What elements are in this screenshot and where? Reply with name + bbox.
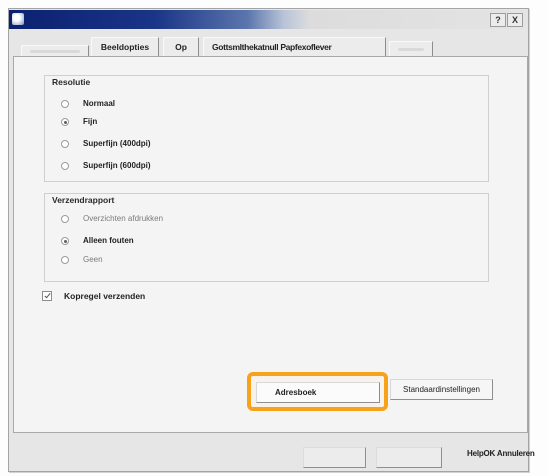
tab-label: Beeldopties xyxy=(100,42,150,52)
footer-button-1[interactable] xyxy=(303,447,366,468)
footer-button-2[interactable] xyxy=(376,447,442,468)
radio-button[interactable] xyxy=(61,237,69,245)
tab-overlapping-labels[interactable]: Gottsmlthekatnull Papfexoflever xyxy=(203,37,386,56)
kopregel-checkbox-row[interactable]: Kopregel verzenden xyxy=(42,291,242,301)
radio-label: Geen xyxy=(83,255,103,264)
help-label: ? xyxy=(495,15,501,25)
checkmark-icon xyxy=(43,291,51,299)
radio-label: Superfijn (600dpi) xyxy=(83,161,151,170)
adresboek-button[interactable]: Adresboek xyxy=(256,382,380,403)
standaardinstellingen-button[interactable]: Standaardinstellingen xyxy=(390,379,493,400)
tab-blur xyxy=(398,48,424,51)
radio-button[interactable] xyxy=(61,256,69,264)
radio-button[interactable] xyxy=(61,140,69,148)
close-label: X xyxy=(511,15,518,25)
kopregel-label: Kopregel verzenden xyxy=(64,291,146,301)
radio-button[interactable] xyxy=(61,100,69,108)
fax-settings-dialog: ? X Beeldopties Op Gottsmlthekatnull Pap… xyxy=(8,8,529,472)
help-button[interactable]: ? xyxy=(490,13,506,27)
radio-superfijn-600[interactable]: Superfijn (600dpi) xyxy=(61,161,361,171)
radio-geen[interactable]: Geen xyxy=(61,255,361,265)
title-bar[interactable]: ? X xyxy=(9,10,528,29)
radio-button[interactable] xyxy=(61,162,69,170)
radio-label: Fijn xyxy=(83,117,98,126)
tab-blur xyxy=(30,50,80,53)
tab-hidden-right[interactable] xyxy=(389,41,433,56)
radio-overzichten-afdrukken[interactable]: Overzichten afdrukken xyxy=(61,214,361,224)
verzendrapport-group: Verzendrapport Overzichten afdrukken All… xyxy=(44,193,489,282)
radio-label: Overzichten afdrukken xyxy=(83,214,164,223)
radio-alleen-fouten[interactable]: Alleen fouten xyxy=(61,236,361,246)
resolutie-group: Resolutie Normaal Fijn Superfijn (400dpi… xyxy=(44,75,489,182)
radio-button[interactable] xyxy=(61,215,69,223)
tab-op[interactable]: Op xyxy=(163,37,199,56)
footer-overflow-labels: HelpOK Annuleren xyxy=(467,449,535,458)
tab-label: Gottsmlthekatnull Papfexoflever xyxy=(212,42,332,52)
tab-label: Op xyxy=(175,42,187,52)
tab-beeldopties[interactable]: Beeldopties xyxy=(91,37,159,56)
radio-button[interactable] xyxy=(61,118,69,126)
radio-label: Alleen fouten xyxy=(83,236,134,245)
tab-panel: Resolutie Normaal Fijn Superfijn (400dpi… xyxy=(13,56,528,433)
verzendrapport-title: Verzendrapport xyxy=(52,195,115,205)
fax-app-icon xyxy=(12,13,24,25)
radio-superfijn-400[interactable]: Superfijn (400dpi) xyxy=(61,139,361,149)
resolutie-title: Resolutie xyxy=(52,77,91,87)
tab-hidden-left[interactable] xyxy=(21,45,89,56)
kopregel-checkbox[interactable] xyxy=(42,291,52,301)
radio-label: Normaal xyxy=(83,99,116,108)
radio-fijn[interactable]: Fijn xyxy=(61,117,361,127)
radio-normaal[interactable]: Normaal xyxy=(61,99,361,109)
radio-label: Superfijn (400dpi) xyxy=(83,139,151,148)
close-button[interactable]: X xyxy=(507,13,523,27)
